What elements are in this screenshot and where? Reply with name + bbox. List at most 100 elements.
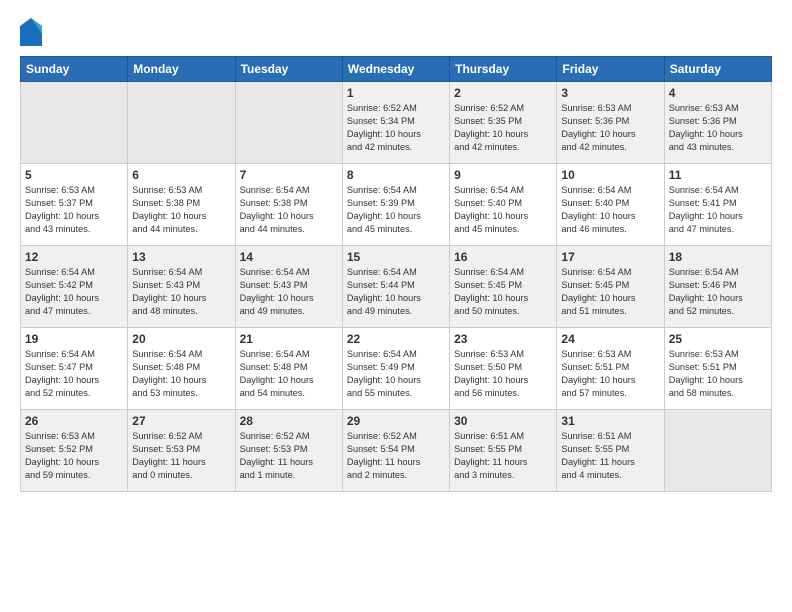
weekday-header-monday: Monday — [128, 57, 235, 82]
day-info: Sunrise: 6:54 AM Sunset: 5:44 PM Dayligh… — [347, 266, 445, 318]
day-number: 14 — [240, 250, 338, 264]
day-number: 9 — [454, 168, 552, 182]
day-info: Sunrise: 6:54 AM Sunset: 5:49 PM Dayligh… — [347, 348, 445, 400]
day-info: Sunrise: 6:53 AM Sunset: 5:36 PM Dayligh… — [669, 102, 767, 154]
calendar: SundayMondayTuesdayWednesdayThursdayFrid… — [20, 56, 772, 492]
calendar-cell: 15 Sunrise: 6:54 AM Sunset: 5:44 PM Dayli… — [342, 246, 449, 328]
calendar-cell: 2 Sunrise: 6:52 AM Sunset: 5:35 PM Daylig… — [450, 82, 557, 164]
day-number: 29 — [347, 414, 445, 428]
day-info: Sunrise: 6:54 AM Sunset: 5:43 PM Dayligh… — [132, 266, 230, 318]
day-number: 20 — [132, 332, 230, 346]
calendar-cell: 10 Sunrise: 6:54 AM Sunset: 5:40 PM Dayli… — [557, 164, 664, 246]
day-info: Sunrise: 6:54 AM Sunset: 5:48 PM Dayligh… — [132, 348, 230, 400]
day-number: 24 — [561, 332, 659, 346]
day-number: 10 — [561, 168, 659, 182]
day-number: 31 — [561, 414, 659, 428]
calendar-cell: 5Sunrise: 6:53 AM Sunset: 5:37 PM Daylig… — [21, 164, 128, 246]
day-number: 7 — [240, 168, 338, 182]
day-info: Sunrise: 6:53 AM Sunset: 5:51 PM Dayligh… — [669, 348, 767, 400]
day-number: 26 — [25, 414, 123, 428]
weekday-header-row: SundayMondayTuesdayWednesdayThursdayFrid… — [21, 57, 772, 82]
day-info: Sunrise: 6:54 AM Sunset: 5:43 PM Dayligh… — [240, 266, 338, 318]
day-number: 22 — [347, 332, 445, 346]
day-number: 2 — [454, 86, 552, 100]
day-number: 1 — [347, 86, 445, 100]
day-number: 16 — [454, 250, 552, 264]
calendar-cell: 20 Sunrise: 6:54 AM Sunset: 5:48 PM Dayli… — [128, 328, 235, 410]
calendar-cell: 28Sunrise: 6:52 AM Sunset: 5:53 PM Dayli… — [235, 410, 342, 492]
calendar-cell: 8 Sunrise: 6:54 AM Sunset: 5:39 PM Daylig… — [342, 164, 449, 246]
calendar-cell: 3Sunrise: 6:53 AM Sunset: 5:36 PM Daylig… — [557, 82, 664, 164]
day-number: 3 — [561, 86, 659, 100]
calendar-cell: 18 Sunrise: 6:54 AM Sunset: 5:46 PM Dayli… — [664, 246, 771, 328]
calendar-cell: 14 Sunrise: 6:54 AM Sunset: 5:43 PM Dayli… — [235, 246, 342, 328]
day-info: Sunrise: 6:54 AM Sunset: 5:47 PM Dayligh… — [25, 348, 123, 400]
calendar-cell: 11Sunrise: 6:54 AM Sunset: 5:41 PM Dayli… — [664, 164, 771, 246]
day-info: Sunrise: 6:54 AM Sunset: 5:41 PM Dayligh… — [669, 184, 767, 236]
weekday-header-thursday: Thursday — [450, 57, 557, 82]
day-info: Sunrise: 6:53 AM Sunset: 5:50 PM Dayligh… — [454, 348, 552, 400]
day-info: Sunrise: 6:54 AM Sunset: 5:42 PM Dayligh… — [25, 266, 123, 318]
day-info: Sunrise: 6:54 AM Sunset: 5:39 PM Dayligh… — [347, 184, 445, 236]
calendar-cell — [128, 82, 235, 164]
day-info: Sunrise: 6:52 AM Sunset: 5:34 PM Dayligh… — [347, 102, 445, 154]
calendar-cell: 16 Sunrise: 6:54 AM Sunset: 5:45 PM Dayli… — [450, 246, 557, 328]
week-row-2: 5Sunrise: 6:53 AM Sunset: 5:37 PM Daylig… — [21, 164, 772, 246]
day-number: 8 — [347, 168, 445, 182]
day-number: 23 — [454, 332, 552, 346]
logo — [20, 18, 45, 46]
calendar-cell: 24 Sunrise: 6:53 AM Sunset: 5:51 PM Dayli… — [557, 328, 664, 410]
day-info: Sunrise: 6:52 AM Sunset: 5:35 PM Dayligh… — [454, 102, 552, 154]
day-number: 28 — [240, 414, 338, 428]
day-info: Sunrise: 6:54 AM Sunset: 5:45 PM Dayligh… — [454, 266, 552, 318]
day-number: 30 — [454, 414, 552, 428]
day-number: 5 — [25, 168, 123, 182]
day-info: Sunrise: 6:54 AM Sunset: 5:46 PM Dayligh… — [669, 266, 767, 318]
day-number: 19 — [25, 332, 123, 346]
week-row-4: 19 Sunrise: 6:54 AM Sunset: 5:47 PM Dayli… — [21, 328, 772, 410]
day-number: 4 — [669, 86, 767, 100]
calendar-cell — [235, 82, 342, 164]
day-info: Sunrise: 6:51 AM Sunset: 5:55 PM Dayligh… — [561, 430, 659, 482]
weekday-header-sunday: Sunday — [21, 57, 128, 82]
week-row-1: 1 Sunrise: 6:52 AM Sunset: 5:34 PM Daylig… — [21, 82, 772, 164]
day-info: Sunrise: 6:54 AM Sunset: 5:40 PM Dayligh… — [454, 184, 552, 236]
day-info: Sunrise: 6:51 AM Sunset: 5:55 PM Dayligh… — [454, 430, 552, 482]
day-number: 12 — [25, 250, 123, 264]
weekday-header-saturday: Saturday — [664, 57, 771, 82]
calendar-cell: 13Sunrise: 6:54 AM Sunset: 5:43 PM Dayli… — [128, 246, 235, 328]
calendar-cell: 31 Sunrise: 6:51 AM Sunset: 5:55 PM Dayli… — [557, 410, 664, 492]
day-info: Sunrise: 6:53 AM Sunset: 5:52 PM Dayligh… — [25, 430, 123, 482]
day-number: 25 — [669, 332, 767, 346]
day-number: 18 — [669, 250, 767, 264]
calendar-cell: 25 Sunrise: 6:53 AM Sunset: 5:51 PM Dayli… — [664, 328, 771, 410]
page: SundayMondayTuesdayWednesdayThursdayFrid… — [0, 0, 792, 612]
day-info: Sunrise: 6:54 AM Sunset: 5:45 PM Dayligh… — [561, 266, 659, 318]
day-info: Sunrise: 6:52 AM Sunset: 5:53 PM Dayligh… — [132, 430, 230, 482]
calendar-cell: 7 Sunrise: 6:54 AM Sunset: 5:38 PM Daylig… — [235, 164, 342, 246]
calendar-cell: 17 Sunrise: 6:54 AM Sunset: 5:45 PM Dayli… — [557, 246, 664, 328]
day-info: Sunrise: 6:53 AM Sunset: 5:51 PM Dayligh… — [561, 348, 659, 400]
day-number: 21 — [240, 332, 338, 346]
header — [20, 18, 772, 46]
day-info: Sunrise: 6:54 AM Sunset: 5:40 PM Dayligh… — [561, 184, 659, 236]
week-row-3: 12 Sunrise: 6:54 AM Sunset: 5:42 PM Dayli… — [21, 246, 772, 328]
weekday-header-friday: Friday — [557, 57, 664, 82]
day-info: Sunrise: 6:54 AM Sunset: 5:38 PM Dayligh… — [240, 184, 338, 236]
day-number: 15 — [347, 250, 445, 264]
day-info: Sunrise: 6:53 AM Sunset: 5:38 PM Dayligh… — [132, 184, 230, 236]
calendar-cell: 29Sunrise: 6:52 AM Sunset: 5:54 PM Dayli… — [342, 410, 449, 492]
calendar-cell — [664, 410, 771, 492]
calendar-cell: 1 Sunrise: 6:52 AM Sunset: 5:34 PM Daylig… — [342, 82, 449, 164]
day-number: 27 — [132, 414, 230, 428]
logo-icon — [20, 18, 42, 46]
calendar-cell: 12 Sunrise: 6:54 AM Sunset: 5:42 PM Dayli… — [21, 246, 128, 328]
day-number: 17 — [561, 250, 659, 264]
week-row-5: 26 Sunrise: 6:53 AM Sunset: 5:52 PM Dayli… — [21, 410, 772, 492]
calendar-cell: 21Sunrise: 6:54 AM Sunset: 5:48 PM Dayli… — [235, 328, 342, 410]
weekday-header-tuesday: Tuesday — [235, 57, 342, 82]
calendar-cell: 23 Sunrise: 6:53 AM Sunset: 5:50 PM Dayli… — [450, 328, 557, 410]
calendar-cell — [21, 82, 128, 164]
calendar-cell: 6Sunrise: 6:53 AM Sunset: 5:38 PM Daylig… — [128, 164, 235, 246]
calendar-cell: 26 Sunrise: 6:53 AM Sunset: 5:52 PM Dayli… — [21, 410, 128, 492]
